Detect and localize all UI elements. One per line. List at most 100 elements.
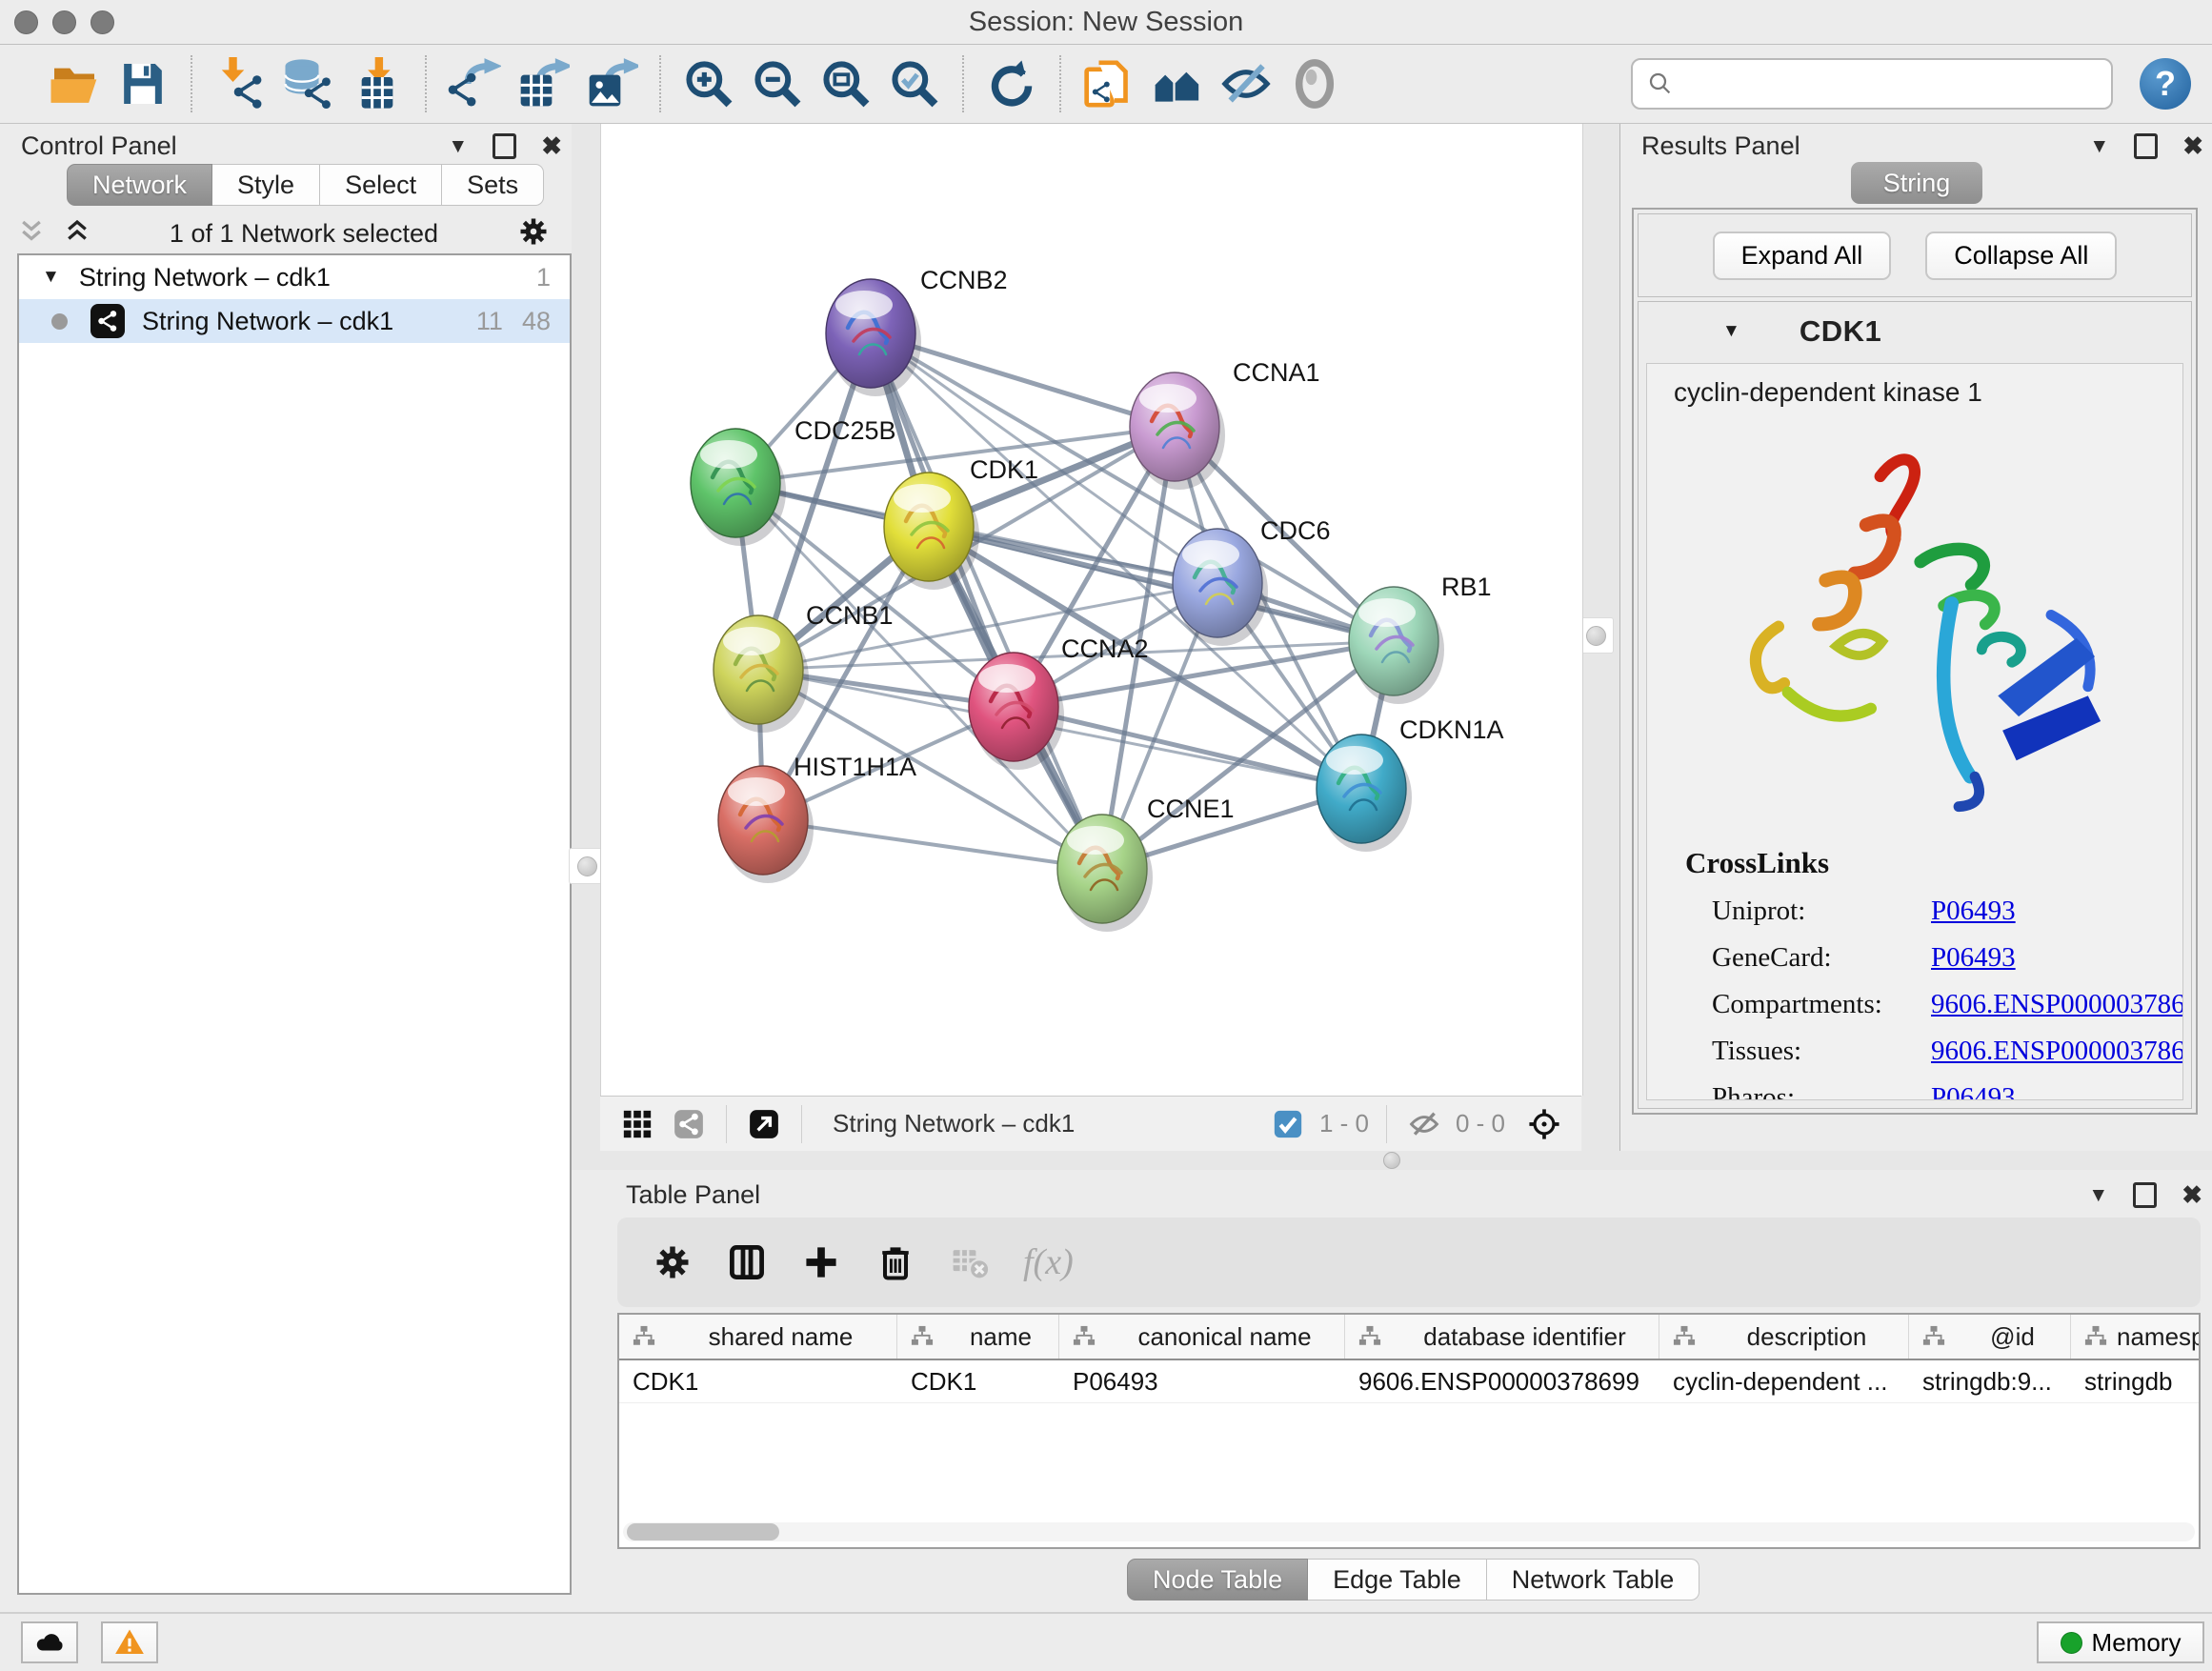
table-cell[interactable]: 9606.ENSP00000378699: [1345, 1360, 1659, 1402]
help-button[interactable]: ?: [2140, 58, 2191, 110]
panel-close-icon[interactable]: ✖: [2182, 133, 2203, 158]
zoom-out-icon[interactable]: [743, 52, 812, 115]
network-node-CCNB2[interactable]: [826, 279, 921, 396]
network-node-CDKN1A[interactable]: [1317, 735, 1412, 852]
column-header-database-identifier[interactable]: database identifier: [1345, 1315, 1659, 1359]
column-header-description[interactable]: description: [1659, 1315, 1909, 1359]
network-node-RB1[interactable]: [1349, 587, 1444, 704]
network-options-gear-icon[interactable]: [516, 214, 551, 253]
tab-edge-table[interactable]: Edge Table: [1308, 1559, 1487, 1601]
network-node-CCNE1[interactable]: [1057, 815, 1153, 932]
column-header-shared-name[interactable]: shared name: [619, 1315, 897, 1359]
grid-view-icon[interactable]: [617, 1104, 657, 1144]
export-network-icon[interactable]: [440, 52, 509, 115]
cloud-services-button[interactable]: [21, 1621, 78, 1663]
tab-network-table[interactable]: Network Table: [1487, 1559, 1700, 1601]
detach-view-icon[interactable]: [744, 1104, 784, 1144]
clear-table-icon[interactable]: [939, 1232, 1000, 1293]
show-columns-icon[interactable]: [716, 1232, 777, 1293]
section-expand-icon[interactable]: ▼: [1722, 321, 1740, 342]
delete-column-icon[interactable]: [865, 1232, 926, 1293]
tab-string[interactable]: String: [1851, 162, 1983, 204]
show-all-networks-icon[interactable]: [1143, 52, 1212, 115]
panel-collapse-icon[interactable]: ▼: [2088, 1185, 2108, 1205]
zoom-selected-icon[interactable]: [880, 52, 949, 115]
hide-selected-icon[interactable]: [1212, 52, 1280, 115]
column-header-id[interactable]: @id: [1909, 1315, 2071, 1359]
expand-all-button[interactable]: Expand All: [1713, 232, 1892, 280]
annotation-copy-icon[interactable]: [1075, 52, 1143, 115]
hidden-eye-slash-icon[interactable]: [1404, 1104, 1444, 1144]
table-horizontal-scrollbar[interactable]: [623, 1522, 2195, 1541]
table-cell[interactable]: stringdb: [2071, 1360, 2201, 1402]
crosslink-link[interactable]: P06493: [1931, 896, 2016, 927]
column-header-name[interactable]: name: [897, 1315, 1059, 1359]
collapse-all-button[interactable]: Collapse All: [1925, 232, 2117, 280]
network-node-CDK1[interactable]: [884, 473, 979, 590]
warnings-button[interactable]: [101, 1621, 158, 1663]
crosslink-link[interactable]: P06493: [1931, 942, 2016, 974]
right-splitter[interactable]: [1582, 124, 1619, 1151]
tab-network[interactable]: Network: [67, 164, 212, 206]
selected-checkbox-icon[interactable]: [1268, 1104, 1308, 1144]
node-table[interactable]: shared namenamecanonical namedatabase id…: [617, 1313, 2201, 1549]
panel-float-icon[interactable]: [493, 133, 516, 159]
table-cell[interactable]: P06493: [1059, 1360, 1345, 1402]
table-cell[interactable]: cyclin-dependent ...: [1659, 1360, 1909, 1402]
network-node-HIST1H1A[interactable]: [718, 766, 814, 883]
tab-select[interactable]: Select: [320, 164, 442, 206]
export-image-icon[interactable]: [577, 52, 646, 115]
column-header-canonical-name[interactable]: canonical name: [1059, 1315, 1345, 1359]
memory-button[interactable]: Memory: [2037, 1621, 2204, 1663]
scrollbar-thumb[interactable]: [627, 1523, 779, 1540]
table-cell[interactable]: stringdb:9...: [1909, 1360, 2071, 1402]
collapse-all-networks-icon[interactable]: [17, 217, 46, 251]
crosslink-link[interactable]: 9606.ENSP00000378699: [1931, 1036, 2183, 1067]
zoom-in-icon[interactable]: [674, 52, 743, 115]
network-canvas[interactable]: CCNB2CCNA1CDC25BCDK1CDC6RB1CCNB1CCNA2CDK…: [600, 124, 1583, 1096]
panel-collapse-icon[interactable]: ▼: [448, 136, 468, 156]
network-edge-CCNA2-CDKN1A[interactable]: [1014, 707, 1361, 789]
network-collection-row[interactable]: ▼ String Network – cdk1 1: [19, 255, 570, 299]
bottom-splitter[interactable]: [572, 1151, 2212, 1170]
bottom-splitter-handle[interactable]: [1383, 1152, 1400, 1169]
panel-float-icon[interactable]: [2133, 1182, 2157, 1208]
zoom-fit-icon[interactable]: [812, 52, 880, 115]
tab-node-table[interactable]: Node Table: [1127, 1559, 1308, 1601]
network-node-CCNA1[interactable]: [1130, 372, 1225, 490]
export-table-icon[interactable]: [509, 52, 577, 115]
panel-close-icon[interactable]: ✖: [541, 133, 562, 158]
crosslink-link[interactable]: P06493: [1931, 1082, 2016, 1100]
import-network-database-icon[interactable]: [274, 52, 343, 115]
search-input[interactable]: [1684, 64, 2111, 104]
tree-expand-icon[interactable]: ▼: [42, 267, 60, 288]
save-session-icon[interactable]: [109, 52, 177, 115]
crosslink-link[interactable]: 9606.ENSP00000378699: [1931, 989, 2183, 1020]
tab-sets[interactable]: Sets: [442, 164, 544, 206]
refresh-icon[interactable]: [977, 52, 1046, 115]
panel-collapse-icon[interactable]: ▼: [2089, 136, 2109, 156]
network-edge-CCNB2-CCNE1[interactable]: [871, 333, 1102, 869]
network-node-CDC25B[interactable]: [691, 429, 786, 546]
panel-float-icon[interactable]: [2134, 133, 2158, 159]
add-column-icon[interactable]: [791, 1232, 852, 1293]
network-overview-icon[interactable]: [669, 1104, 709, 1144]
panel-close-icon[interactable]: ✖: [2182, 1182, 2202, 1207]
network-node-CCNA2[interactable]: [969, 653, 1064, 770]
fit-content-crosshair-icon[interactable]: [1524, 1104, 1564, 1144]
search-field[interactable]: [1631, 58, 2113, 110]
open-session-icon[interactable]: [40, 52, 109, 115]
import-network-file-icon[interactable]: [206, 52, 274, 115]
protein-section-header[interactable]: ▼ CDK1: [1639, 302, 2191, 361]
network-edge-HIST1H1A-CCNE1[interactable]: [763, 820, 1102, 869]
tab-style[interactable]: Style: [212, 164, 320, 206]
function-builder-icon[interactable]: f(x): [1023, 1241, 1074, 1283]
table-cell[interactable]: CDK1: [619, 1360, 897, 1402]
network-row[interactable]: String Network – cdk1 11 48: [19, 299, 570, 343]
column-header-namespace[interactable]: namespace: [2071, 1315, 2201, 1359]
expand-all-networks-icon[interactable]: [63, 217, 91, 251]
import-table-file-icon[interactable]: [343, 52, 412, 115]
table-row[interactable]: CDK1CDK1P064939606.ENSP00000378699cyclin…: [619, 1360, 2199, 1403]
network-node-CCNB1[interactable]: [714, 615, 809, 733]
table-settings-gear-icon[interactable]: [642, 1232, 703, 1293]
